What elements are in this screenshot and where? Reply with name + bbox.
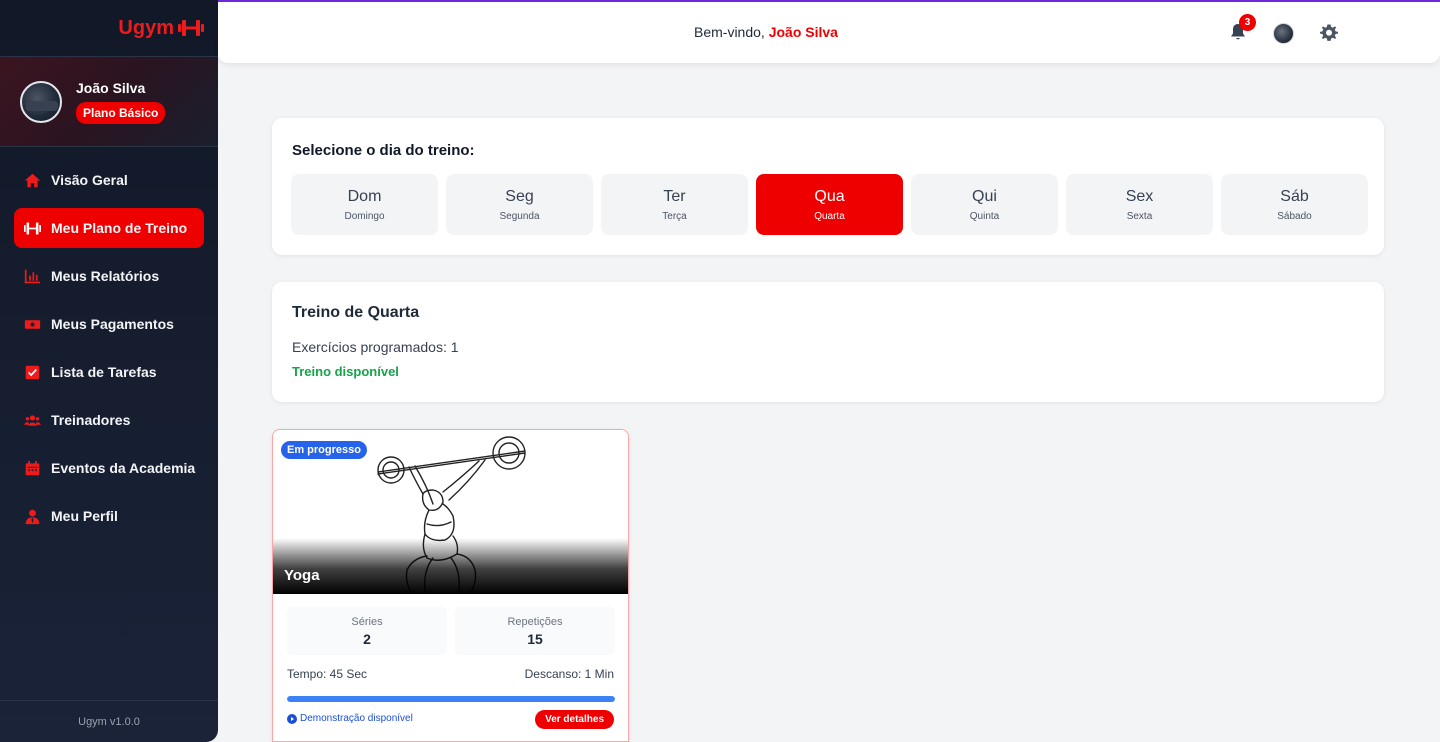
welcome-user-name: João Silva xyxy=(768,24,838,40)
day-full: Sexta xyxy=(1126,210,1153,222)
day-tab-qui[interactable]: Qui Quinta xyxy=(911,174,1058,235)
avatar[interactable] xyxy=(20,80,62,123)
checkbox-icon xyxy=(23,363,41,381)
sets-label: Séries xyxy=(351,615,383,628)
workout-status: Treino disponível xyxy=(292,364,399,379)
calendar-icon xyxy=(23,459,41,477)
top-header: Bem-vindo, João Silva 3 xyxy=(218,0,1440,63)
reps-value: 15 xyxy=(527,630,543,647)
sidebar-nav: Visão Geral Meu Plano de Treino Meus Rel… xyxy=(0,147,218,536)
progress-bar-fill xyxy=(287,696,615,702)
day-tab-sex[interactable]: Sex Sexta xyxy=(1066,174,1213,235)
bar-chart-icon xyxy=(23,267,41,285)
exercise-time: Tempo: 45 Sec xyxy=(287,667,368,681)
reps-label: Repetições xyxy=(507,615,563,628)
sidebar-item-label: Eventos da Academia xyxy=(51,460,196,476)
day-tab-ter[interactable]: Ter Terça xyxy=(601,174,748,235)
status-badge: Em progresso xyxy=(281,441,367,459)
exercise-card[interactable]: Yoga Em progresso Séries 2 Repetições 15… xyxy=(272,429,629,742)
sets-stat: Séries 2 xyxy=(287,607,447,655)
welcome-message: Bem-vindo, João Silva xyxy=(694,24,838,40)
day-selector-card: Selecione o dia do treino: Dom Domingo S… xyxy=(272,118,1384,255)
day-abbr: Ter xyxy=(663,187,686,205)
dumbbell-icon xyxy=(178,20,204,36)
demo-link[interactable]: Demonstração disponível xyxy=(287,713,413,724)
day-full: Quinta xyxy=(969,210,1000,222)
day-tabs: Dom Domingo Seg Segunda Ter Terça Qua Qu… xyxy=(291,174,1368,235)
users-icon xyxy=(23,411,41,429)
sidebar-item-label: Visão Geral xyxy=(51,172,128,188)
workout-info-card: Treino de Quarta Exercícios programados:… xyxy=(272,282,1384,402)
day-abbr: Sáb xyxy=(1280,187,1309,205)
exercise-stats: Séries 2 Repetições 15 xyxy=(287,607,615,655)
sidebar-item-label: Meu Plano de Treino xyxy=(51,220,188,236)
exercise-count: Exercícios programados: 1 xyxy=(292,339,459,355)
sidebar-item-label: Meu Perfil xyxy=(51,508,118,524)
notification-count-badge: 3 xyxy=(1239,14,1256,31)
day-selector-title: Selecione o dia do treino: xyxy=(292,142,475,159)
exercise-rest: Descanso: 1 Min xyxy=(524,667,614,681)
image-overlay xyxy=(273,538,628,594)
sidebar-item-label: Meus Relatórios xyxy=(51,268,160,284)
sidebar-item-visao-geral[interactable]: Visão Geral xyxy=(14,160,204,200)
day-abbr: Dom xyxy=(347,187,382,205)
user-profile[interactable]: João Silva Plano Básico xyxy=(0,57,218,147)
workout-title: Treino de Quarta xyxy=(292,304,420,321)
sidebar-item-perfil[interactable]: Meu Perfil xyxy=(14,496,204,536)
day-abbr: Sex xyxy=(1125,187,1154,205)
dumbbell-icon xyxy=(23,219,41,237)
sidebar-item-label: Meus Pagamentos xyxy=(51,316,174,332)
day-abbr: Qua xyxy=(814,187,845,205)
sidebar-item-label: Treinadores xyxy=(51,412,131,428)
demo-text: Demonstração disponível xyxy=(300,713,413,724)
home-icon xyxy=(23,171,41,189)
sidebar-item-treinadores[interactable]: Treinadores xyxy=(14,400,204,440)
app-version: Ugym v1.0.0 xyxy=(0,700,218,742)
exercise-image: Yoga Em progresso xyxy=(273,430,628,594)
sidebar-item-pagamentos[interactable]: Meus Pagamentos xyxy=(14,304,204,344)
day-full: Sábado xyxy=(1277,210,1312,222)
view-details-button[interactable]: Ver detalhes xyxy=(535,710,614,729)
sidebar-item-relatorios[interactable]: Meus Relatórios xyxy=(14,256,204,296)
sidebar: Ugym João Silva Plano Básico Visão Geral… xyxy=(0,0,218,742)
day-tab-sab[interactable]: Sáb Sábado xyxy=(1221,174,1368,235)
sets-value: 2 xyxy=(363,630,371,647)
day-full: Segunda xyxy=(499,210,540,222)
exercise-name: Yoga xyxy=(284,567,320,584)
sidebar-item-label: Lista de Tarefas xyxy=(51,364,157,380)
day-abbr: Qui xyxy=(972,187,997,205)
plan-badge: Plano Básico xyxy=(76,101,166,124)
user-tie-icon xyxy=(23,507,41,525)
sidebar-item-meu-plano[interactable]: Meu Plano de Treino xyxy=(14,208,204,248)
money-icon xyxy=(23,315,41,333)
sidebar-item-eventos[interactable]: Eventos da Academia xyxy=(14,448,204,488)
brand-logo[interactable]: Ugym xyxy=(0,0,218,57)
day-tab-dom[interactable]: Dom Domingo xyxy=(291,174,438,235)
welcome-prefix: Bem-vindo, xyxy=(694,24,765,40)
day-full: Terça xyxy=(662,210,687,222)
day-tab-qua[interactable]: Qua Quarta xyxy=(756,174,903,235)
gear-icon[interactable] xyxy=(1319,23,1339,43)
day-abbr: Seg xyxy=(505,187,534,205)
brand-name: Ugym xyxy=(118,16,174,39)
avatar[interactable] xyxy=(1273,23,1294,44)
play-circle-icon xyxy=(287,713,297,724)
reps-stat: Repetições 15 xyxy=(455,607,615,655)
day-tab-seg[interactable]: Seg Segunda xyxy=(446,174,593,235)
day-full: Quarta xyxy=(814,210,845,222)
progress-bar xyxy=(287,696,615,702)
user-name: João Silva xyxy=(76,79,146,96)
day-full: Domingo xyxy=(344,210,385,222)
sidebar-item-tarefas[interactable]: Lista de Tarefas xyxy=(14,352,204,392)
